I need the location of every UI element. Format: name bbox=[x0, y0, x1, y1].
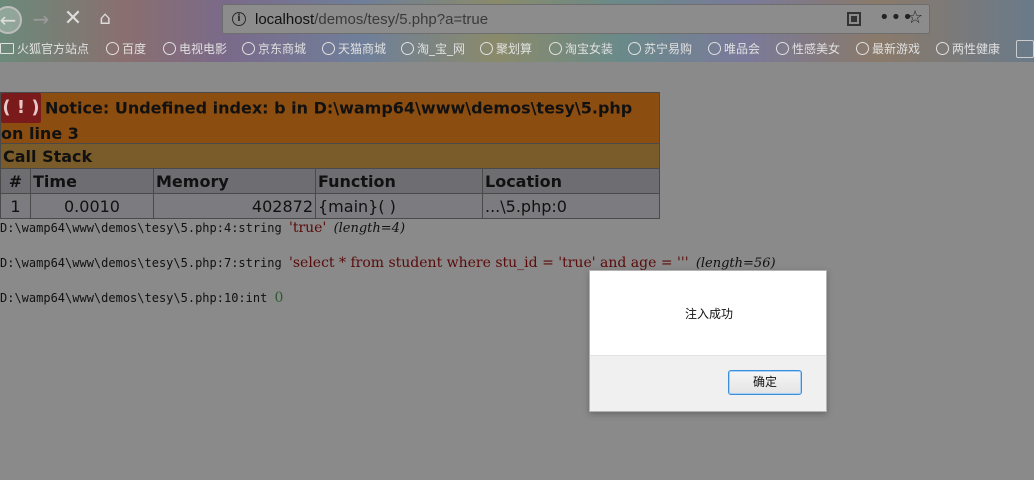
alert-message: 注入成功 bbox=[684, 307, 733, 321]
url-bar[interactable]: i localhost/demos/tesy/5.php?a=true ••• … bbox=[222, 4, 930, 34]
globe-icon bbox=[106, 42, 119, 55]
globe-icon bbox=[480, 42, 493, 55]
browser-chrome: ← → ✕ ⌂ i localhost/demos/tesy/5.php?a=t… bbox=[0, 0, 1034, 62]
home-icon[interactable]: ⌂ bbox=[92, 6, 118, 32]
back-arrow-icon[interactable]: ← bbox=[0, 6, 22, 34]
bookmark-item[interactable]: 淘_宝_网 bbox=[401, 40, 465, 58]
bookmark-item[interactable]: 百度 bbox=[106, 40, 146, 58]
bookmarks-bar: 火狐官方站点 百度 电视电影 京东商城 天猫商城 淘_宝_网 聚划算 淘宝女装 … bbox=[0, 38, 1034, 60]
globe-icon bbox=[628, 42, 641, 55]
globe-icon bbox=[242, 42, 255, 55]
url-path: /demos/tesy/5.php?a=true bbox=[314, 11, 489, 28]
bookmark-item[interactable]: 火狐官方站点 bbox=[0, 40, 89, 58]
cell-time: 0.0010 bbox=[30, 193, 154, 219]
notice-message: Notice: Undefined index: b in D:\wamp64\… bbox=[1, 98, 633, 144]
url-text[interactable]: localhost/demos/tesy/5.php?a=true bbox=[255, 11, 488, 28]
dump-prefix: D:\wamp64\www\demos\tesy\5.php:7:string bbox=[0, 256, 282, 270]
bookmark-label: 唯品会 bbox=[724, 42, 761, 56]
bookmark-star-icon[interactable]: ☆ bbox=[907, 7, 923, 28]
globe-icon bbox=[708, 42, 721, 55]
header-time: Time bbox=[30, 168, 154, 194]
header-location: Location bbox=[482, 168, 660, 194]
table-row: 1 0.0010 402872 {main}( ) ...\5.php:0 bbox=[0, 193, 660, 219]
header-function: Function bbox=[315, 168, 483, 194]
bookmark-item[interactable]: 淘宝女装 bbox=[549, 40, 613, 58]
bookmark-label: 淘宝女装 bbox=[565, 42, 614, 56]
bookmark-item[interactable]: 两性健康 bbox=[936, 40, 1000, 58]
notice-cell: ( ! ) Notice: Undefined index: b in D:\wa… bbox=[0, 92, 660, 144]
dump-prefix: D:\wamp64\www\demos\tesy\5.php:4:string bbox=[0, 221, 282, 235]
bookmarks-overflow-icon[interactable] bbox=[1016, 40, 1034, 58]
dump-length: (length=4) bbox=[333, 221, 406, 236]
xdebug-error-table: ( ! ) Notice: Undefined index: b in D:\wa… bbox=[0, 92, 660, 219]
site-info-icon[interactable]: i bbox=[232, 12, 246, 26]
var-dump-line: D:\wamp64\www\demos\tesy\5.php:4:string … bbox=[0, 220, 405, 236]
qr-code-icon[interactable] bbox=[847, 12, 861, 26]
cell-function: {main}( ) bbox=[315, 193, 483, 219]
bookmark-label: 性感美女 bbox=[792, 42, 841, 56]
page-content: ( ! ) Notice: Undefined index: b in D:\wa… bbox=[0, 62, 1034, 480]
bookmark-item[interactable]: 京东商城 bbox=[242, 40, 306, 58]
cell-memory: 402872 bbox=[153, 193, 316, 219]
globe-icon bbox=[549, 42, 562, 55]
alert-dialog: 注入成功 确定 bbox=[589, 270, 827, 412]
notice-row: ( ! ) Notice: Undefined index: b in D:\wa… bbox=[0, 92, 660, 144]
bookmark-item[interactable]: 天猫商城 bbox=[322, 40, 386, 58]
bookmark-label: 聚划算 bbox=[496, 42, 533, 56]
alert-footer: 确定 bbox=[590, 355, 826, 411]
bookmark-item[interactable]: 苏宁易购 bbox=[628, 40, 692, 58]
bookmark-label: 百度 bbox=[122, 42, 147, 56]
bookmark-label: 苏宁易购 bbox=[644, 42, 693, 56]
globe-icon bbox=[322, 42, 335, 55]
globe-icon bbox=[856, 42, 869, 55]
forward-arrow-icon[interactable]: → bbox=[28, 6, 54, 32]
bookmark-label: 火狐官方站点 bbox=[17, 42, 90, 56]
browser-toolbar: ← → ✕ ⌂ i localhost/demos/tesy/5.php?a=t… bbox=[0, 0, 1034, 38]
bookmark-item[interactable]: 聚划算 bbox=[480, 40, 532, 58]
var-dump-line: D:\wamp64\www\demos\tesy\5.php:10:int 0 bbox=[0, 290, 283, 306]
callstack-title: Call Stack bbox=[0, 143, 660, 169]
dump-value: 0 bbox=[274, 290, 284, 306]
folder-icon bbox=[0, 43, 14, 54]
cell-num: 1 bbox=[0, 193, 31, 219]
bookmark-item[interactable]: 电视电影 bbox=[163, 40, 227, 58]
globe-icon bbox=[936, 42, 949, 55]
bookmark-label: 最新游戏 bbox=[872, 42, 921, 56]
bookmark-label: 电视电影 bbox=[179, 42, 228, 56]
bookmark-item[interactable]: 最新游戏 bbox=[856, 40, 920, 58]
globe-icon bbox=[776, 42, 789, 55]
dump-prefix: D:\wamp64\www\demos\tesy\5.php:10:int bbox=[0, 291, 268, 305]
var-dump-line: D:\wamp64\www\demos\tesy\5.php:7:string … bbox=[0, 255, 776, 271]
callstack-header-row: # Time Memory Function Location bbox=[0, 168, 660, 194]
bookmark-label: 淘_宝_网 bbox=[417, 42, 466, 56]
bookmark-label: 天猫商城 bbox=[338, 42, 387, 56]
error-icon: ( ! ) bbox=[1, 93, 41, 123]
bookmark-label: 两性健康 bbox=[952, 42, 1001, 56]
header-memory: Memory bbox=[153, 168, 316, 194]
dump-value: 'select * from student where stu_id = 't… bbox=[289, 255, 689, 271]
url-host: localhost bbox=[255, 11, 315, 28]
bookmark-item[interactable]: 唯品会 bbox=[708, 40, 760, 58]
header-num: # bbox=[0, 168, 31, 194]
dump-length: (length=56) bbox=[695, 256, 776, 271]
bookmark-item[interactable]: 性感美女 bbox=[776, 40, 840, 58]
ok-button[interactable]: 确定 bbox=[728, 370, 802, 395]
callstack-title-row: Call Stack bbox=[0, 143, 660, 169]
stop-x-icon[interactable]: ✕ bbox=[60, 6, 86, 32]
cell-location: ...\5.php:0 bbox=[482, 193, 660, 219]
bookmark-label: 京东商城 bbox=[258, 42, 307, 56]
globe-icon bbox=[401, 42, 414, 55]
globe-icon bbox=[163, 42, 176, 55]
dump-value: 'true' bbox=[289, 220, 327, 236]
